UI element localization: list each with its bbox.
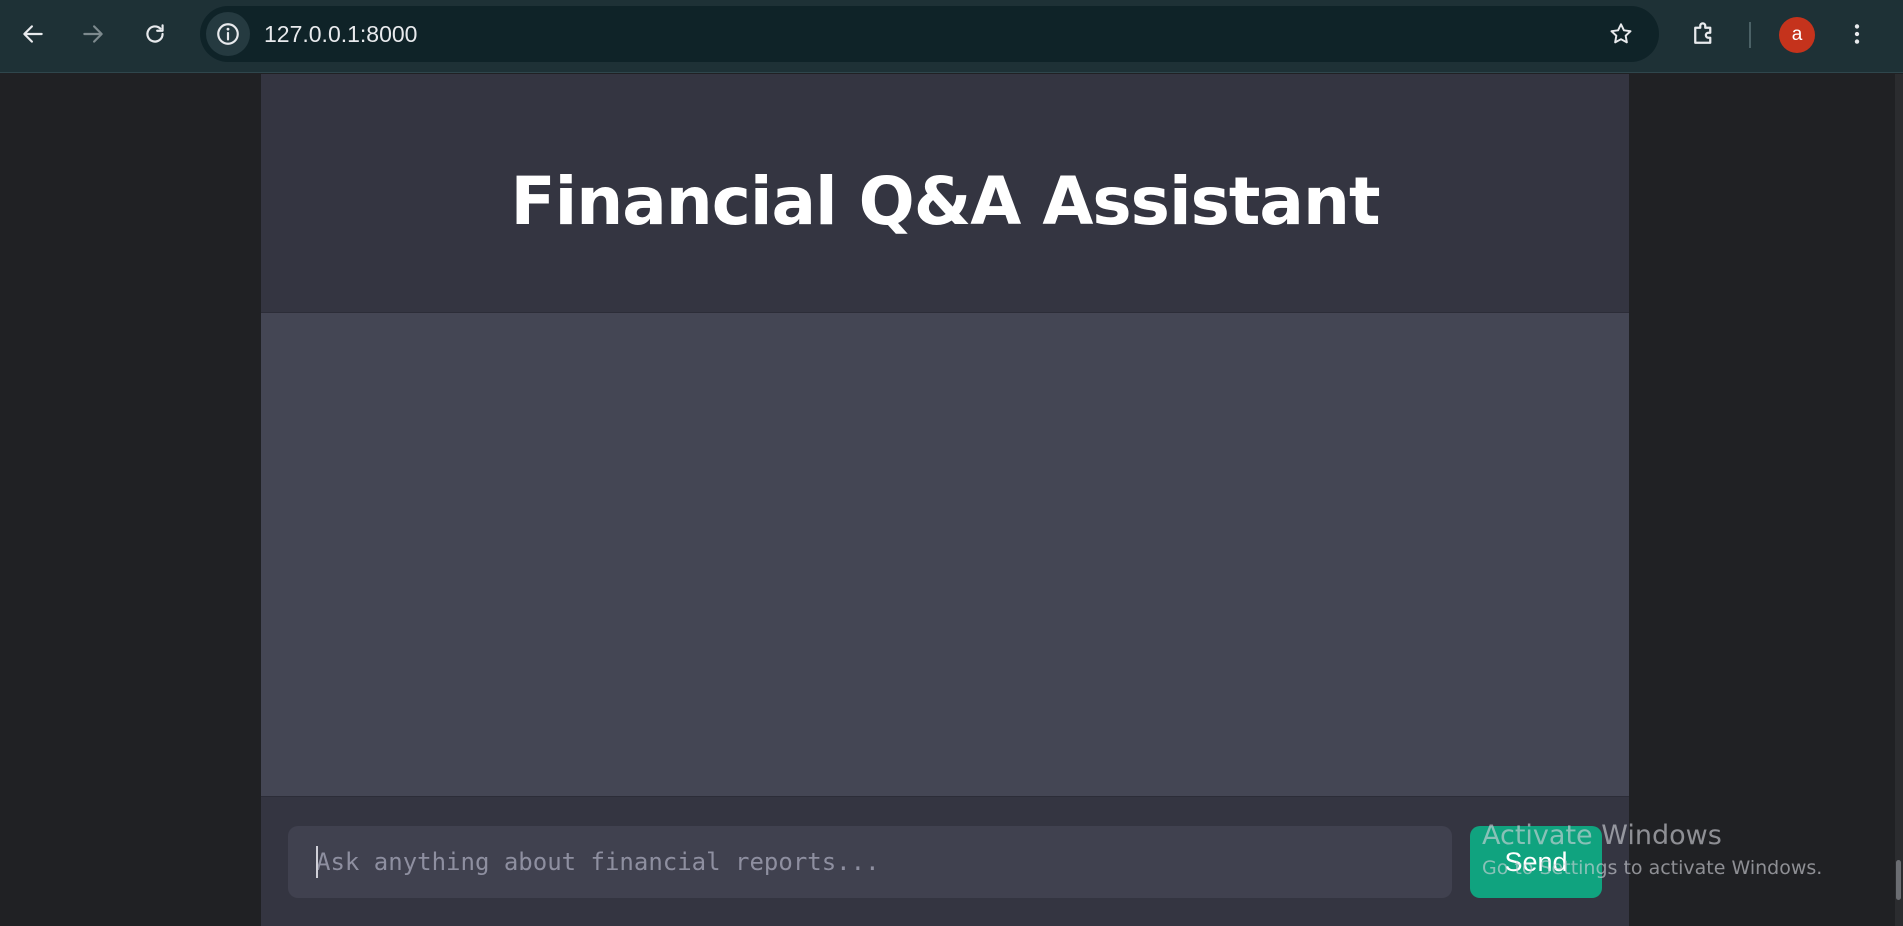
forward-button[interactable]	[75, 16, 111, 52]
arrow-right-icon	[83, 25, 103, 43]
address-bar[interactable]: 127.0.0.1:8000	[200, 6, 1659, 62]
text-cursor	[316, 846, 318, 878]
chat-app: Financial Q&A Assistant Send	[261, 74, 1629, 926]
send-button[interactable]: Send	[1470, 826, 1602, 898]
reload-icon	[146, 24, 164, 43]
reload-button[interactable]	[137, 16, 173, 52]
chat-messages-area[interactable]	[261, 314, 1629, 796]
site-info-button[interactable]	[206, 12, 250, 56]
bookmark-button[interactable]	[1605, 18, 1637, 50]
question-input[interactable]	[288, 826, 1452, 898]
kebab-menu-icon	[1854, 24, 1860, 44]
page-viewport: Financial Q&A Assistant Send	[0, 74, 1895, 926]
browser-menu-button[interactable]	[1839, 16, 1875, 52]
page-scrollbar[interactable]	[1895, 74, 1903, 926]
profile-avatar[interactable]: a	[1779, 17, 1815, 53]
back-button[interactable]	[15, 16, 51, 52]
info-icon	[217, 23, 239, 45]
star-icon	[1610, 23, 1632, 44]
input-bar: Send	[261, 796, 1629, 926]
app-header: Financial Q&A Assistant	[261, 74, 1629, 313]
extensions-button[interactable]	[1686, 16, 1722, 52]
toolbar-divider	[1749, 22, 1751, 48]
puzzle-icon	[1694, 22, 1712, 44]
arrow-left-icon	[23, 25, 43, 43]
scrollbar-thumb[interactable]	[1896, 860, 1901, 900]
url-text[interactable]: 127.0.0.1:8000	[264, 6, 417, 62]
browser-toolbar: 127.0.0.1:8000 a	[0, 0, 1903, 73]
page-title: Financial Q&A Assistant	[510, 162, 1381, 240]
